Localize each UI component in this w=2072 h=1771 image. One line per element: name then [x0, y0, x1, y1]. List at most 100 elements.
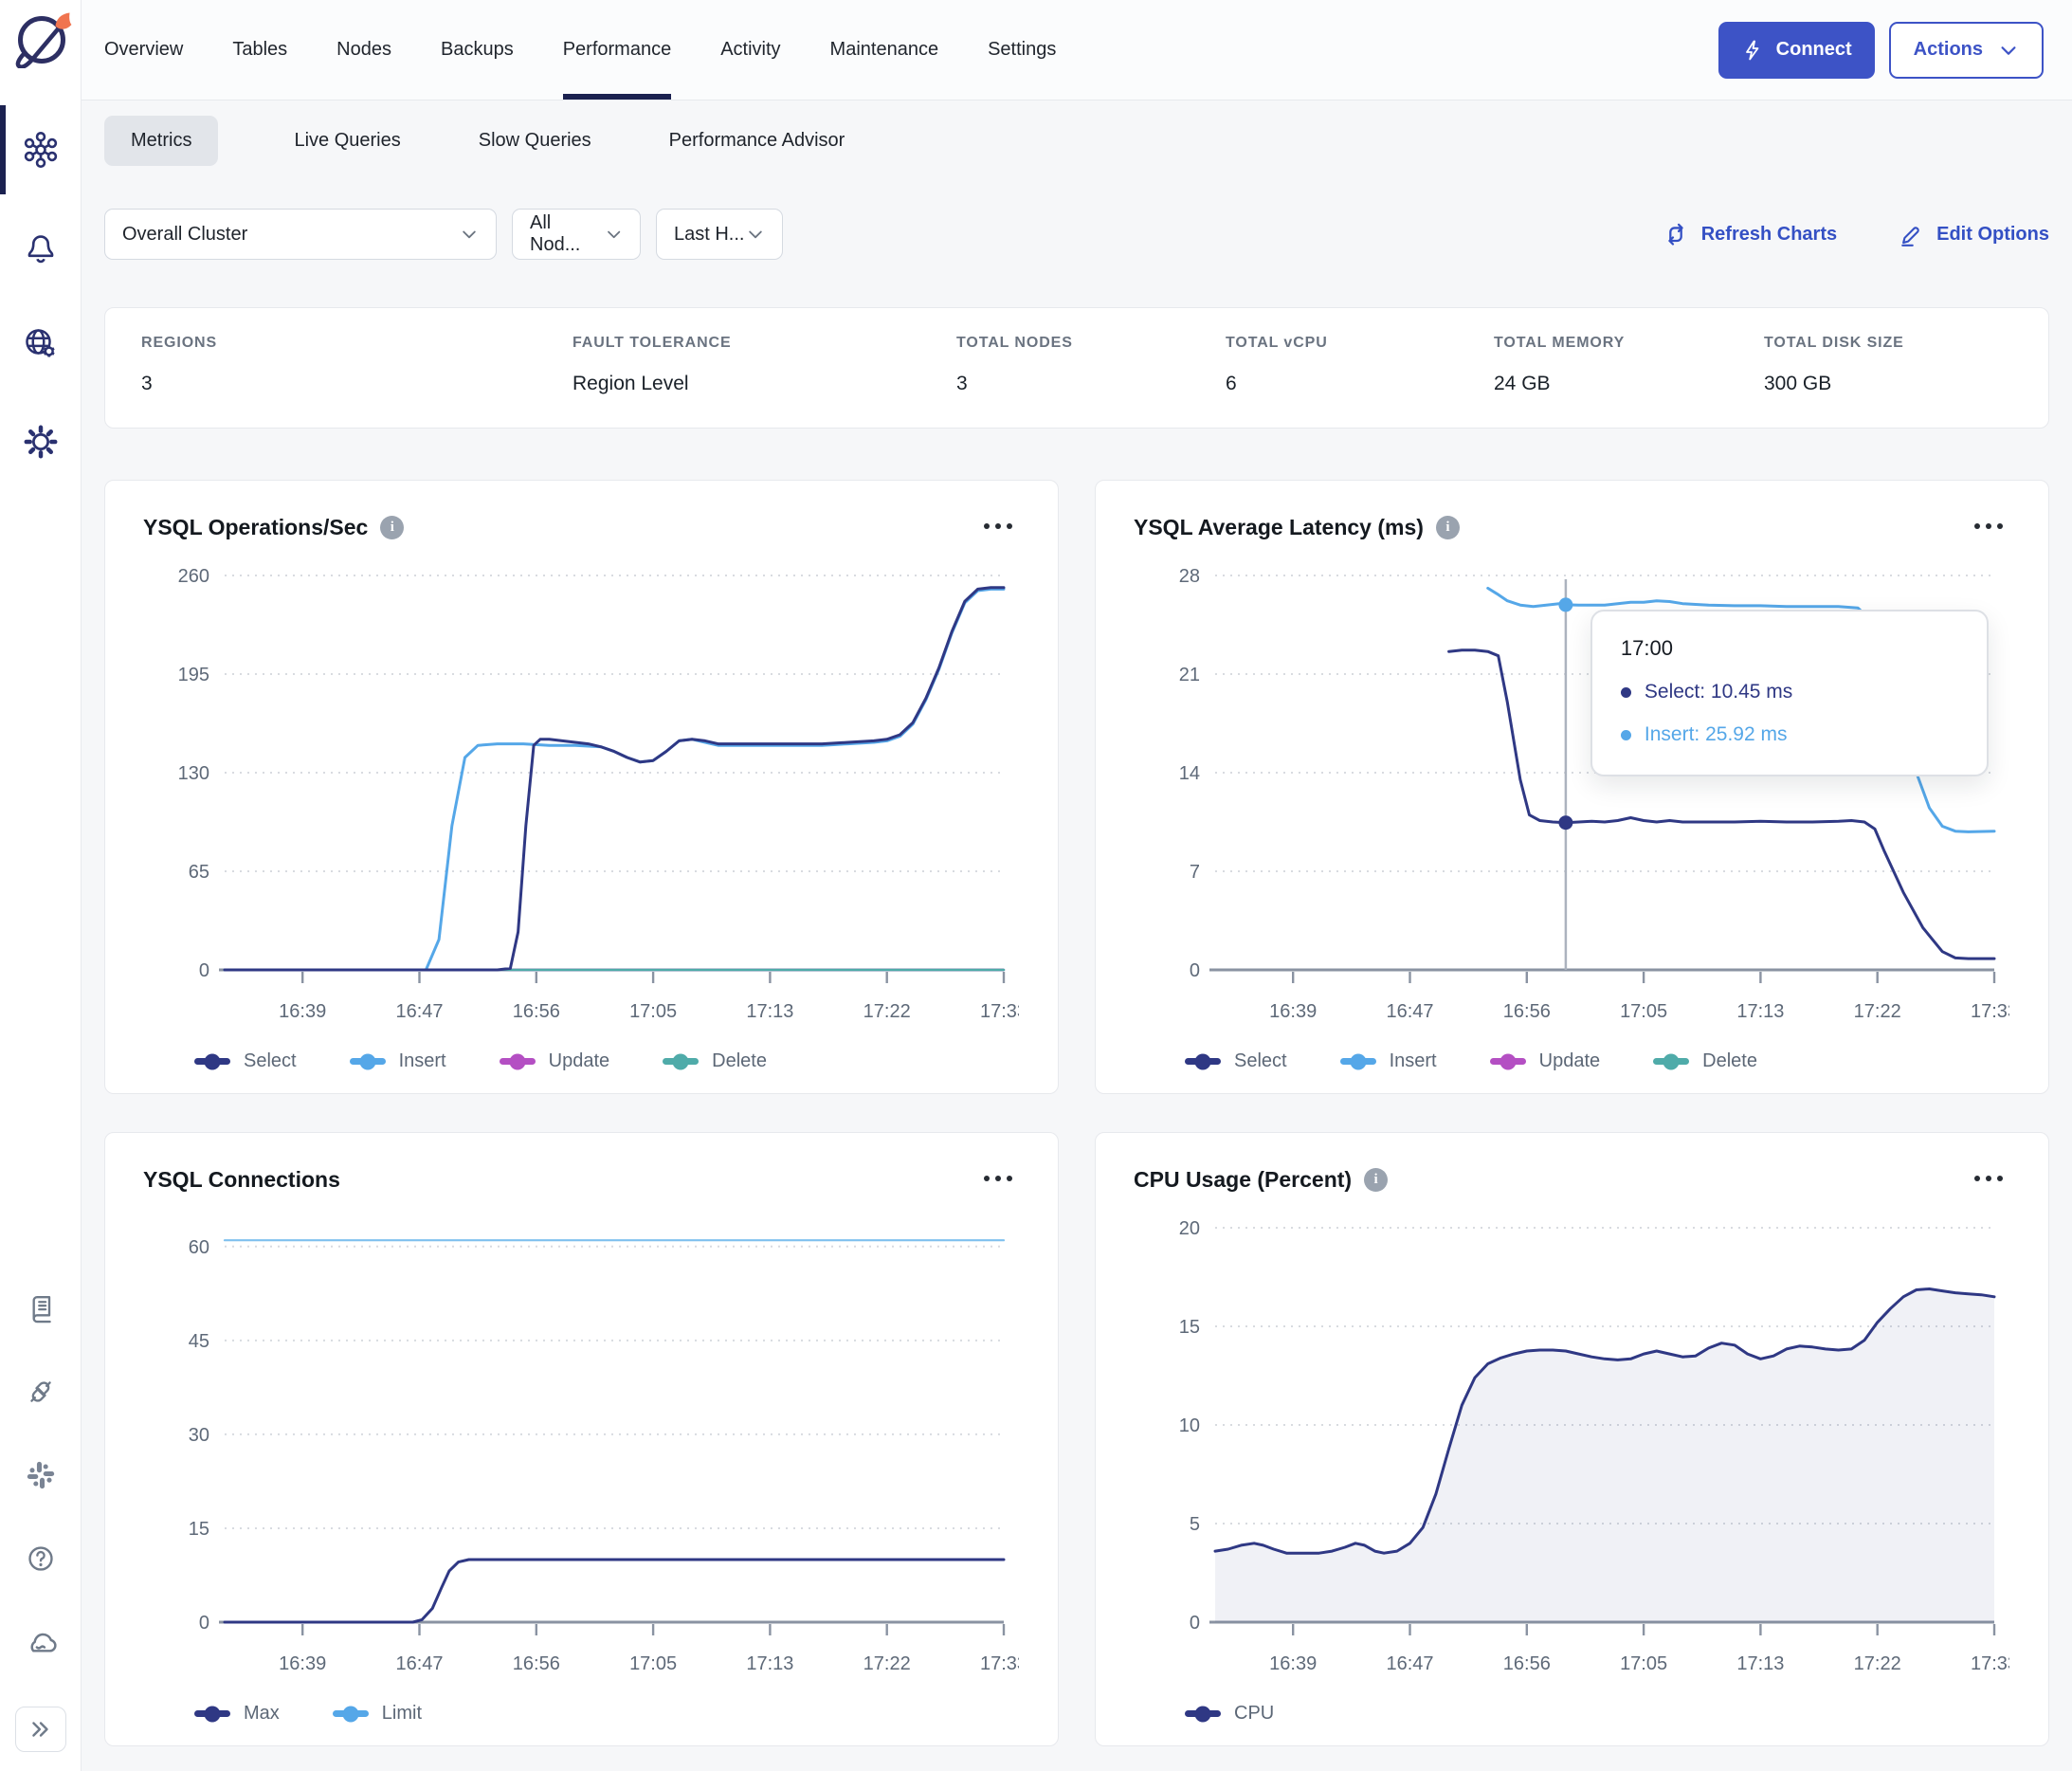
tab-overview[interactable]: Overview	[104, 0, 183, 100]
summary-value: Region Level	[573, 373, 689, 394]
legend-item-cpu[interactable]: CPU	[1185, 1703, 1274, 1725]
legend-label: Update	[1538, 1050, 1601, 1071]
sidebar-item-docs[interactable]	[0, 1280, 81, 1337]
legend-label: Max	[244, 1703, 280, 1724]
tab-tables[interactable]: Tables	[232, 0, 287, 100]
summary-value: 300 GB	[1764, 373, 1832, 394]
svg-text:16:56: 16:56	[513, 1001, 560, 1022]
summary-label: TOTAL MEMORY	[1494, 335, 1626, 351]
chevron-down-icon	[463, 230, 476, 239]
svg-text:17:33: 17:33	[1971, 1001, 2009, 1022]
connect-label: Connect	[1775, 39, 1852, 60]
legend-item-max[interactable]: Max	[194, 1703, 280, 1725]
series-max	[223, 1558, 1006, 1624]
cluster-select[interactable]: Overall Cluster	[104, 209, 497, 260]
chart-header: YSQL Connections	[143, 1159, 1020, 1199]
time-range-select[interactable]: Last H...	[656, 209, 783, 260]
legend-item-update[interactable]: Update	[1489, 1050, 1601, 1072]
chart-legend: Max Limit	[194, 1703, 1020, 1725]
help-icon	[27, 1546, 53, 1571]
sidebar-item-slack[interactable]	[0, 1447, 81, 1504]
svg-text:0: 0	[199, 1613, 209, 1634]
edit-options-link[interactable]: Edit Options	[1898, 221, 2049, 247]
sidebar-collapse-button[interactable]	[14, 1707, 66, 1752]
chart-menu-button[interactable]	[1967, 1165, 2010, 1194]
svg-text:60: 60	[189, 1237, 209, 1258]
summary-value: 3	[141, 373, 153, 394]
tab-performance[interactable]: Performance	[562, 0, 671, 100]
legend-item-delete[interactable]: Delete	[1653, 1050, 1757, 1072]
nodes-select[interactable]: All Nod...	[512, 209, 641, 260]
chart-title: CPU Usage (Percent)	[1134, 1166, 1353, 1192]
sidebar-item-settings[interactable]	[0, 411, 81, 473]
legend-item-limit[interactable]: Limit	[332, 1703, 422, 1725]
svg-text:15: 15	[1179, 1317, 1200, 1338]
chevron-down-icon	[749, 230, 762, 239]
chart-canvas: 0 65 130 195 260 16:39 16:47 16:56 17:05 17:13 17:…	[178, 566, 1027, 1022]
yugabyte-logo[interactable]	[9, 6, 72, 73]
filter-links: Refresh Charts Edit Options	[1663, 221, 2049, 247]
info-icon[interactable]: i	[380, 515, 405, 539]
svg-text:5: 5	[1190, 1514, 1200, 1535]
legend-marker	[332, 1710, 369, 1717]
subtab-performance-advisor[interactable]: Performance Advisor	[667, 116, 847, 166]
tooltip-select-dot	[1620, 686, 1631, 698]
svg-text:15: 15	[189, 1519, 209, 1540]
sidebar-item-alerts[interactable]	[0, 217, 81, 278]
chevrons-right-icon	[31, 1722, 48, 1737]
sidebar-item-network[interactable]	[0, 314, 81, 374]
legend-marker	[194, 1058, 230, 1065]
tab-activity[interactable]: Activity	[720, 0, 780, 100]
subtab-metrics[interactable]: Metrics	[104, 115, 219, 166]
legend-label: Insert	[398, 1050, 446, 1071]
legend-label: Delete	[712, 1050, 767, 1071]
legend-item-select[interactable]: Select	[194, 1050, 297, 1072]
svg-text:130: 130	[178, 763, 209, 784]
sidebar-item-clusters[interactable]	[0, 105, 81, 194]
chart-menu-button[interactable]	[976, 513, 1020, 541]
tab-settings[interactable]: Settings	[988, 0, 1056, 100]
legend-label: Delete	[1702, 1050, 1757, 1071]
connect-button[interactable]: Connect	[1718, 21, 1875, 79]
refresh-icon	[1668, 223, 1683, 246]
actions-button[interactable]: Actions	[1888, 21, 2044, 79]
sidebar-item-cloud[interactable]	[0, 1614, 81, 1672]
legend-item-select[interactable]: Select	[1185, 1050, 1287, 1072]
planet-logo-icon	[15, 12, 71, 69]
legend-label: Select	[1234, 1050, 1287, 1071]
tab-maintenance[interactable]: Maintenance	[830, 0, 939, 100]
subtab-slow-queries[interactable]: Slow Queries	[477, 116, 593, 166]
svg-text:16:39: 16:39	[1269, 1001, 1317, 1022]
chart-card-ysql-connections: YSQL Connections 0 15 30 45 60 16:39 16:47 16:5…	[104, 1132, 1059, 1746]
legend-item-insert[interactable]: Insert	[1339, 1050, 1437, 1072]
legend-item-update[interactable]: Update	[499, 1050, 609, 1072]
sidebar-item-help[interactable]	[0, 1530, 81, 1587]
summary-label: TOTAL DISK SIZE	[1764, 335, 1904, 351]
legend-item-delete[interactable]: Delete	[663, 1050, 767, 1072]
chart-menu-button[interactable]	[1967, 513, 2010, 541]
svg-text:30: 30	[189, 1425, 209, 1446]
tooltip-row-insert: Insert: 25.92 ms	[1620, 723, 1958, 746]
svg-text:17:22: 17:22	[863, 1001, 911, 1022]
svg-text:17:13: 17:13	[746, 1653, 793, 1674]
summary-value: 3	[956, 373, 968, 394]
tab-nodes[interactable]: Nodes	[336, 0, 391, 100]
actions-label: Actions	[1913, 39, 1983, 60]
svg-text:10: 10	[1179, 1415, 1200, 1436]
info-icon[interactable]: i	[1435, 515, 1460, 539]
svg-text:16:47: 16:47	[395, 1001, 443, 1022]
gear-icon	[24, 425, 57, 459]
svg-text:0: 0	[1190, 1613, 1200, 1634]
chart-header: YSQL Operations/Sec i	[143, 507, 1020, 547]
legend-marker	[1185, 1710, 1221, 1717]
chart-menu-button[interactable]	[976, 1165, 1020, 1194]
refresh-charts-link[interactable]: Refresh Charts	[1663, 221, 1837, 247]
sidebar-item-integrations[interactable]	[0, 1363, 81, 1420]
info-icon[interactable]: i	[1364, 1167, 1389, 1192]
tooltip-insert-text: Insert: 25.92 ms	[1644, 723, 1788, 745]
svg-text:17:22: 17:22	[1854, 1653, 1901, 1674]
tab-backups[interactable]: Backups	[441, 0, 514, 100]
svg-text:195: 195	[178, 665, 209, 685]
legend-item-insert[interactable]: Insert	[349, 1050, 446, 1072]
subtab-live-queries[interactable]: Live Queries	[292, 116, 402, 166]
